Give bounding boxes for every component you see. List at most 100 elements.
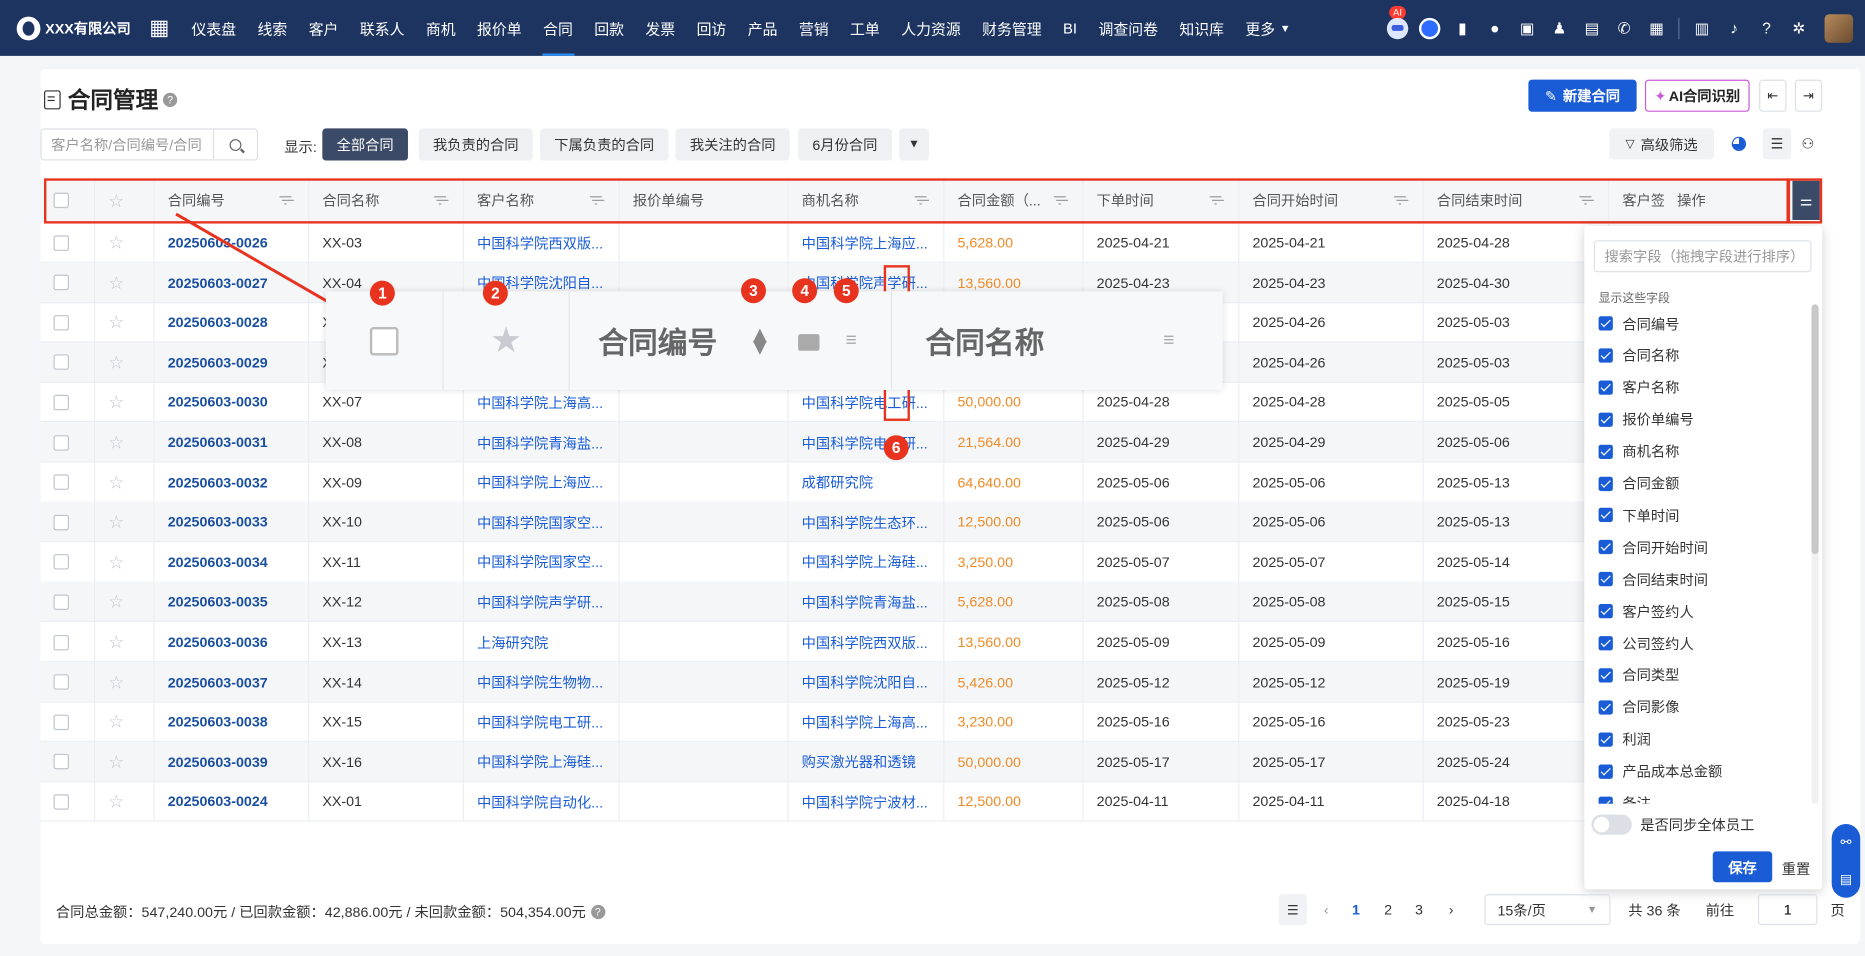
row-star-cell[interactable]: ☆ [95, 621, 155, 663]
cell-contract-no[interactable]: 20250603-0038 [155, 701, 310, 743]
row-checkbox[interactable] [53, 554, 69, 570]
field-checkbox[interactable] [1598, 796, 1613, 804]
pager-menu-button[interactable]: ☰ [1278, 894, 1308, 926]
gear-icon[interactable]: ✲ [1786, 15, 1812, 41]
field-item[interactable]: 公司签约人 [1598, 634, 1694, 653]
cell-opportunity-name[interactable]: 中国科学院上海应... [789, 222, 945, 263]
field-checkbox[interactable] [1598, 732, 1613, 747]
prev-page-button[interactable]: ‹ [1314, 894, 1338, 925]
page-1[interactable]: 1 [1344, 894, 1368, 925]
row-select-cell[interactable] [40, 262, 96, 303]
row-select-cell[interactable] [40, 502, 96, 543]
field-checkbox[interactable] [1598, 348, 1613, 363]
bell-icon[interactable]: ♪ [1721, 15, 1747, 41]
field-checkbox[interactable] [1598, 476, 1613, 491]
menu-item-visits[interactable]: 回访 [686, 0, 737, 56]
menu-item-more[interactable]: 更多 ▼ [1235, 0, 1302, 56]
star-icon[interactable]: ☆ [108, 352, 124, 373]
row-checkbox[interactable] [53, 474, 69, 491]
sync-all-toggle[interactable] [1591, 814, 1632, 835]
star-icon[interactable]: ☆ [108, 472, 124, 493]
star-icon[interactable]: ☆ [108, 671, 124, 693]
menu-item-bi[interactable]: BI [1052, 0, 1087, 56]
row-select-cell[interactable] [40, 581, 96, 623]
field-item[interactable]: 下单时间 [1598, 506, 1679, 525]
cell-opportunity-name[interactable]: 中国科学院青海盐... [789, 581, 945, 623]
field-checkbox[interactable] [1598, 412, 1613, 427]
cell-opportunity-name[interactable]: 成都研究院 [789, 462, 945, 503]
star-icon[interactable]: ☆ [108, 392, 124, 413]
row-star-cell[interactable]: ☆ [95, 741, 155, 783]
page-size-select[interactable]: 15条/页 ▼ [1484, 894, 1611, 926]
row-select-cell[interactable] [40, 302, 96, 343]
star-icon[interactable]: ☆ [108, 631, 124, 653]
list-view-button[interactable]: ☰ [1762, 128, 1792, 160]
table-row[interactable]: ☆ 20250603-0031 XX-08 中国科学院青海盐... 中国科学院电工研..… [40, 422, 1793, 463]
row-select-cell[interactable] [40, 382, 96, 423]
cell-opportunity-name[interactable]: 中国科学院上海硅... [789, 541, 945, 583]
star-icon[interactable]: ☆ [108, 512, 124, 533]
field-search-input[interactable] [1593, 240, 1812, 273]
table-row[interactable]: ☆ 20250603-0037 XX-14 中国科学院生物物... 中国科学院沈阳自..… [40, 661, 1793, 703]
calendar-icon[interactable]: ▦ [1643, 15, 1669, 41]
menu-item-tickets[interactable]: 工单 [839, 0, 890, 56]
help-icon[interactable]: ? [590, 904, 605, 919]
row-star-cell[interactable]: ☆ [95, 661, 155, 703]
user-icon[interactable]: ♟ [1546, 15, 1572, 41]
field-item[interactable]: 合同类型 [1598, 666, 1679, 685]
row-checkbox[interactable] [53, 754, 69, 770]
chat-button[interactable] [1417, 15, 1443, 41]
cell-opportunity-name[interactable]: 中国科学院电工研... [789, 422, 945, 463]
cell-contract-no[interactable]: 20250603-0027 [155, 262, 310, 303]
reset-button[interactable]: 重置 [1782, 858, 1811, 878]
cell-opportunity-name[interactable]: 中国科学院宁波材... [789, 781, 945, 823]
row-star-cell[interactable]: ☆ [95, 382, 155, 423]
phone-icon[interactable]: ✆ [1611, 15, 1637, 41]
globe-icon[interactable]: ● [1482, 15, 1508, 41]
field-checkbox[interactable] [1598, 316, 1613, 331]
field-checkbox[interactable] [1598, 380, 1613, 395]
export-button[interactable]: ⇥ [1794, 79, 1823, 112]
tab-june-contracts[interactable]: 6月份合同 [798, 128, 892, 161]
cell-customer-name[interactable]: 中国科学院上海硅... [464, 741, 620, 783]
cell-opportunity-name[interactable]: 中国科学院上海高... [789, 701, 945, 743]
save-button[interactable]: 保存 [1712, 851, 1773, 883]
row-select-cell[interactable] [40, 422, 96, 463]
star-icon[interactable]: ☆ [108, 591, 124, 613]
field-checkbox[interactable] [1598, 700, 1613, 715]
field-item[interactable]: 商机名称 [1598, 442, 1679, 461]
table-row[interactable]: ☆ 20250603-0035 XX-12 中国科学院声学研... 中国科学院青海盐..… [40, 581, 1793, 623]
row-checkbox[interactable] [53, 314, 69, 331]
field-item[interactable]: 报价单编号 [1598, 410, 1694, 429]
star-icon[interactable]: ☆ [108, 272, 124, 293]
menu-item-customers[interactable]: 客户 [298, 0, 349, 56]
cell-contract-no[interactable]: 20250603-0031 [155, 422, 310, 463]
avatar[interactable] [1824, 13, 1854, 43]
cell-contract-no[interactable]: 20250603-0028 [155, 302, 310, 343]
row-star-cell[interactable]: ☆ [95, 342, 155, 383]
tab-followed-contracts[interactable]: 我关注的合同 [675, 128, 790, 161]
tab-my-contracts[interactable]: 我负责的合同 [418, 128, 533, 161]
cell-contract-no[interactable]: 20250603-0034 [155, 541, 310, 583]
field-checkbox[interactable] [1598, 444, 1613, 459]
star-icon[interactable]: ☆ [108, 432, 124, 453]
star-icon[interactable]: ☆ [108, 232, 124, 253]
row-checkbox[interactable] [53, 354, 69, 371]
row-select-cell[interactable] [40, 741, 96, 783]
field-checkbox[interactable] [1598, 508, 1613, 523]
row-checkbox[interactable] [53, 394, 69, 411]
cell-customer-name[interactable]: 中国科学院西双版... [464, 222, 620, 263]
row-star-cell[interactable]: ☆ [95, 701, 155, 743]
cell-contract-no[interactable]: 20250603-0032 [155, 462, 310, 503]
tab-subordinate-contracts[interactable]: 下属负责的合同 [539, 128, 669, 161]
field-item[interactable]: 客户名称 [1598, 378, 1679, 397]
import-button[interactable]: ⇤ [1759, 79, 1787, 112]
row-select-cell[interactable] [40, 701, 96, 743]
cell-contract-no[interactable]: 20250603-0039 [155, 741, 310, 783]
field-checkbox[interactable] [1598, 604, 1613, 619]
tab-all-contracts[interactable]: 全部合同 [322, 128, 408, 161]
row-select-cell[interactable] [40, 661, 96, 703]
help-icon[interactable]: ? [162, 92, 178, 107]
table-row[interactable]: ☆ 20250603-0032 XX-09 中国科学院上海应... 成都研究院 64,64… [40, 462, 1793, 503]
field-checkbox[interactable] [1598, 668, 1613, 683]
